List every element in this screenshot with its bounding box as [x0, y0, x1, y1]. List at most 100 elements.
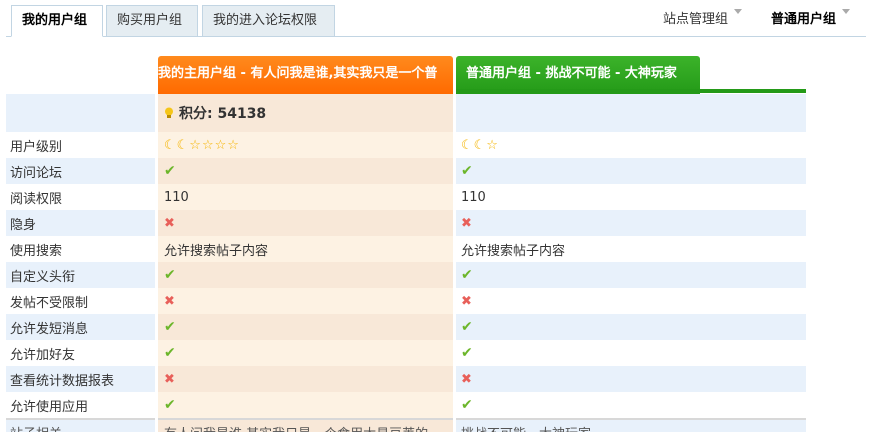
- cell-text: 允许搜索帖子内容: [164, 243, 269, 259]
- main-group-cell: ✔: [158, 262, 453, 288]
- other-group-cell: ✔: [456, 392, 806, 418]
- cross-icon: ✖: [164, 215, 175, 231]
- row-label: 访问论坛: [6, 158, 155, 184]
- main-group-cell: ✖: [158, 288, 453, 314]
- check-icon: ✔: [461, 397, 473, 413]
- user-level-icons: ☾☾☆: [461, 137, 499, 153]
- row-label: 使用搜索: [6, 236, 155, 262]
- row-label: 用户级别: [6, 132, 155, 158]
- tab-bar: 我的用户组 购买用户组 我的进入论坛权限 站点管理组 普通用户组: [0, 0, 870, 38]
- main-group-header: 我的主用户组 - 有人问我是谁,其实我只是一个普: [158, 56, 453, 94]
- lightbulb-icon: [165, 107, 173, 118]
- points-row-label: [6, 94, 155, 132]
- main-group-cell: ✔: [158, 392, 453, 418]
- row-label: 自定义头衔: [6, 262, 155, 288]
- tab-forum-permissions[interactable]: 我的进入论坛权限: [202, 5, 335, 37]
- check-icon: ✔: [164, 163, 176, 179]
- check-icon: ✔: [164, 345, 176, 361]
- cell-text: 访问论坛: [10, 165, 63, 181]
- tab-my-usergroup[interactable]: 我的用户组: [11, 5, 103, 37]
- other-group-cell: 允许搜索帖子内容: [456, 236, 806, 262]
- table-row: 自定义头衔 ✔ ✔: [6, 262, 806, 288]
- check-icon: ✔: [164, 397, 176, 413]
- table-row: 使用搜索 允许搜索帖子内容 允许搜索帖子内容: [6, 236, 806, 262]
- cell-text: 有人问我是谁,其实我只是一个食用太易豆荚的: [164, 423, 428, 432]
- main-group-cell: ✖: [158, 366, 453, 392]
- table-row: 允许使用应用 ✔ ✔: [6, 392, 806, 418]
- site-admin-group-menu[interactable]: 站点管理组: [663, 5, 743, 35]
- cell-text: 隐身: [10, 217, 37, 233]
- table-row: 允许发短消息 ✔ ✔: [6, 314, 806, 340]
- cell-text: 允许使用应用: [10, 399, 89, 415]
- cell-text: 阅读权限: [10, 191, 63, 207]
- site-admin-group-label: 站点管理组: [663, 12, 729, 27]
- cell-text: 挑战不可能 - 大神玩家: [461, 423, 591, 432]
- table-row: 访问论坛 ✔ ✔: [6, 158, 806, 184]
- chevron-down-icon: [734, 9, 743, 14]
- cell-text: 110: [461, 189, 486, 205]
- main-group-cell: 允许搜索帖子内容: [158, 236, 453, 262]
- row-label: 隐身: [6, 210, 155, 236]
- table-row: 站子相关 有人问我是谁,其实我只是一个食用太易豆荚的 挑战不可能 - 大神玩家: [6, 418, 806, 432]
- other-group-cell: ✔: [456, 262, 806, 288]
- row-label: 站子相关: [6, 418, 155, 432]
- table-row: 隐身 ✖ ✖: [6, 210, 806, 236]
- other-group-cell: ✔: [456, 158, 806, 184]
- normal-user-group-menu[interactable]: 普通用户组: [771, 5, 851, 35]
- check-icon: ✔: [461, 267, 473, 283]
- other-group-cell: 挑战不可能 - 大神玩家: [456, 418, 806, 432]
- table-row: 发帖不受限制 ✖ ✖: [6, 288, 806, 314]
- main-group-cell: ✔: [158, 158, 453, 184]
- row-label: 阅读权限: [6, 184, 155, 210]
- main-group-cell: ✔: [158, 340, 453, 366]
- main-group-cell: 有人问我是谁,其实我只是一个食用太易豆荚的: [158, 418, 453, 432]
- main-group-cell: ☾☾☆☆☆☆: [158, 132, 453, 158]
- cell-text: 允许发短消息: [10, 321, 89, 337]
- row-label: 允许使用应用: [6, 392, 155, 418]
- row-label: 允许发短消息: [6, 314, 155, 340]
- points-cell: 积分: 54138: [158, 94, 453, 132]
- row-label: 查看统计数据报表: [6, 366, 155, 392]
- check-icon: ✔: [164, 267, 176, 283]
- table-row: 用户级别 ☾☾☆☆☆☆ ☾☾☆: [6, 132, 806, 158]
- cell-text: 用户级别: [10, 139, 63, 155]
- table-row: 允许加好友 ✔ ✔: [6, 340, 806, 366]
- other-group-cell: ✔: [456, 314, 806, 340]
- cross-icon: ✖: [461, 215, 472, 231]
- other-group-cell: ✖: [456, 366, 806, 392]
- cell-text: 使用搜索: [10, 243, 63, 259]
- other-group-cell: ✖: [456, 210, 806, 236]
- other-group-cell: 110: [456, 184, 806, 210]
- cell-text: 站子相关: [10, 423, 62, 432]
- row-label: 发帖不受限制: [6, 288, 155, 314]
- chevron-down-icon: [842, 9, 851, 14]
- main-group-cell: ✖: [158, 210, 453, 236]
- cross-icon: ✖: [461, 293, 472, 309]
- points-value: 积分: 54138: [179, 106, 267, 122]
- row-label: 允许加好友: [6, 340, 155, 366]
- check-icon: ✔: [461, 319, 473, 335]
- normal-user-group-label: 普通用户组: [771, 12, 837, 27]
- permissions-table: 积分: 54138 用户级别 ☾☾☆☆☆☆ ☾☾☆ 访问论坛 ✔ ✔ 阅读权限 110 110 隐…: [6, 94, 806, 432]
- other-group-cell: ✔: [456, 340, 806, 366]
- points-row: 积分: 54138: [6, 94, 806, 132]
- check-icon: ✔: [164, 319, 176, 335]
- cross-icon: ✖: [461, 371, 472, 387]
- cell-text: 发帖不受限制: [10, 295, 89, 311]
- cell-text: 110: [164, 189, 189, 205]
- table-row: 阅读权限 110 110: [6, 184, 806, 210]
- cell-text: 允许搜索帖子内容: [461, 243, 566, 259]
- other-group-cell: ✖: [456, 288, 806, 314]
- green-header-underline: [456, 89, 806, 93]
- main-group-cell: ✔: [158, 314, 453, 340]
- check-icon: ✔: [461, 345, 473, 361]
- table-row: 查看统计数据报表 ✖ ✖: [6, 366, 806, 392]
- user-level-icons: ☾☾☆☆☆☆: [164, 137, 240, 153]
- points-cell-other: [456, 94, 806, 132]
- main-group-cell: 110: [158, 184, 453, 210]
- cell-text: 自定义头衔: [10, 269, 76, 285]
- tab-buy-usergroup[interactable]: 购买用户组: [106, 5, 198, 37]
- cell-text: 允许加好友: [10, 347, 76, 363]
- check-icon: ✔: [461, 163, 473, 179]
- cell-text: 查看统计数据报表: [10, 373, 115, 389]
